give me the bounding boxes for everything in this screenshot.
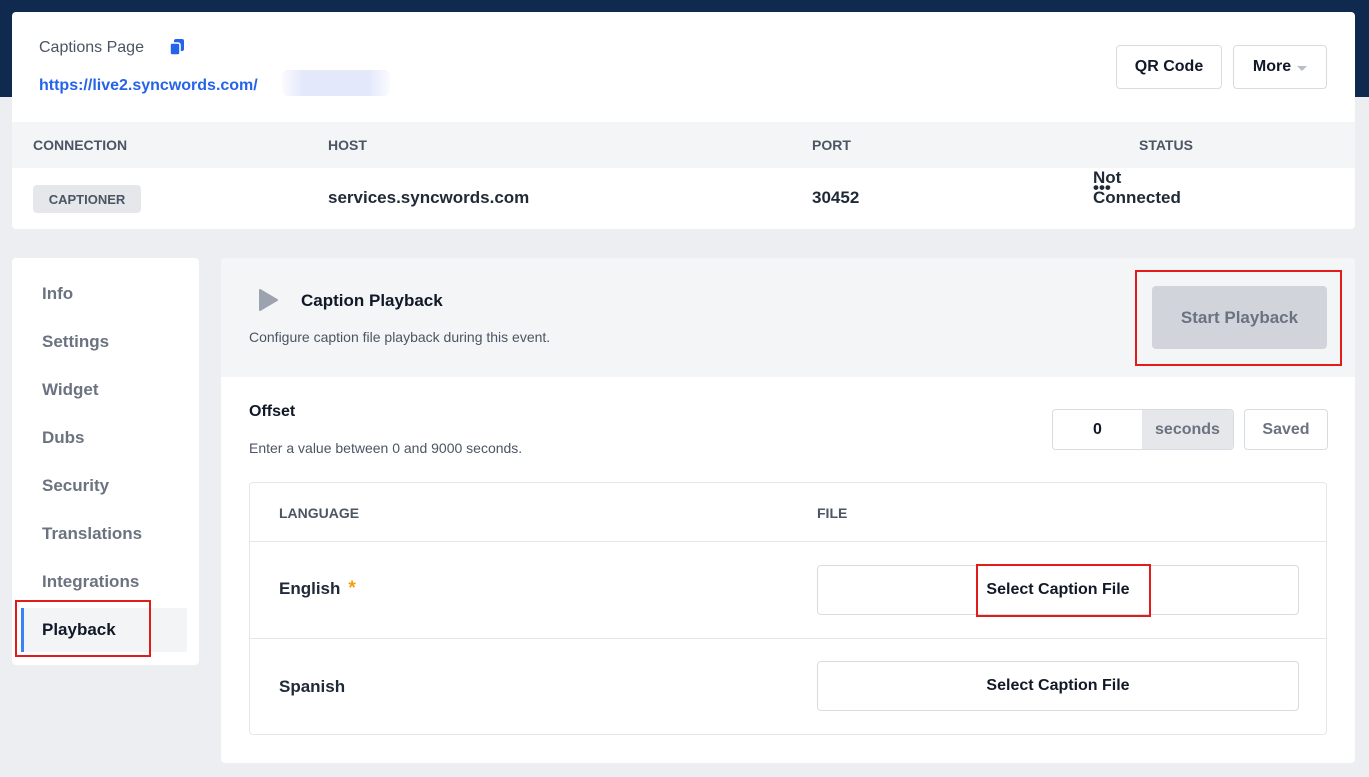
offset-input-group: seconds <box>1052 409 1234 450</box>
port-value: 30452 <box>812 188 860 207</box>
table-divider <box>250 541 1326 542</box>
caret-down-icon <box>1297 65 1308 71</box>
caption-files-table: LANGUAGE FILE English * Select Caption Fi… <box>249 482 1327 735</box>
connection-table-header: CONNECTION HOST PORT STATUS <box>12 122 1355 168</box>
event-header-card: Captions Page https://live2.syncwords.co… <box>12 12 1355 229</box>
select-caption-file-button-spanish[interactable]: Select Caption File <box>817 661 1299 711</box>
panel-title: Caption Playback <box>301 291 443 310</box>
offset-seconds-input[interactable] <box>1053 410 1142 449</box>
redacted-url-segment <box>282 70 390 96</box>
offset-label: Offset <box>249 403 296 420</box>
sidebar-item-dubs[interactable]: Dubs <box>42 428 85 448</box>
settings-sidebar: Info Settings Widget Dubs Security Trans… <box>12 258 199 665</box>
more-dropdown-button[interactable]: More <box>1233 45 1327 89</box>
captions-page-label: Captions Page <box>39 39 144 56</box>
playback-panel-header: Caption Playback Configure caption file … <box>221 258 1355 377</box>
panel-description: Configure caption file playback during t… <box>249 329 551 345</box>
sidebar-item-security[interactable]: Security <box>42 476 109 496</box>
select-caption-file-button-english[interactable]: Select Caption File <box>817 565 1299 615</box>
connection-type-badge: CAPTIONER <box>33 185 141 213</box>
language-name: English * <box>279 578 356 600</box>
sidebar-item-info[interactable]: Info <box>42 284 73 304</box>
play-icon <box>259 289 278 311</box>
start-playback-button[interactable]: Start Playback <box>1152 286 1327 349</box>
column-host: HOST <box>328 137 367 153</box>
host-value: services.syncwords.com <box>328 188 530 207</box>
qr-code-button-label: QR Code <box>1134 58 1204 75</box>
column-status: STATUS <box>1139 137 1193 153</box>
column-file: FILE <box>817 505 848 521</box>
status-text: Not Connected <box>1093 168 1181 207</box>
table-divider <box>250 638 1326 639</box>
column-language: LANGUAGE <box>279 505 360 521</box>
sidebar-item-settings[interactable]: Settings <box>42 332 109 352</box>
offset-unit-addon: seconds <box>1142 410 1233 449</box>
column-connection: CONNECTION <box>33 137 128 153</box>
more-button-label: More <box>1252 58 1292 75</box>
saved-button[interactable]: Saved <box>1244 409 1328 450</box>
language-label: Spanish <box>279 677 346 696</box>
sidebar-item-playback[interactable]: Playback <box>42 620 116 640</box>
captions-page-link[interactable]: https://live2.syncwords.com/ <box>39 77 258 95</box>
copy-icon[interactable] <box>168 38 186 56</box>
column-port: PORT <box>812 137 851 153</box>
sidebar-item-widget[interactable]: Widget <box>42 380 99 400</box>
active-item-indicator <box>21 608 24 652</box>
qr-code-button[interactable]: QR Code <box>1116 45 1222 89</box>
playback-panel: Caption Playback Configure caption file … <box>221 258 1355 763</box>
sidebar-item-integrations[interactable]: Integrations <box>42 572 139 592</box>
required-asterisk: * <box>348 578 356 599</box>
offset-help-text: Enter a value between 0 and 9000 seconds… <box>249 440 523 456</box>
language-label: English <box>279 579 341 598</box>
sidebar-item-translations[interactable]: Translations <box>42 524 142 544</box>
